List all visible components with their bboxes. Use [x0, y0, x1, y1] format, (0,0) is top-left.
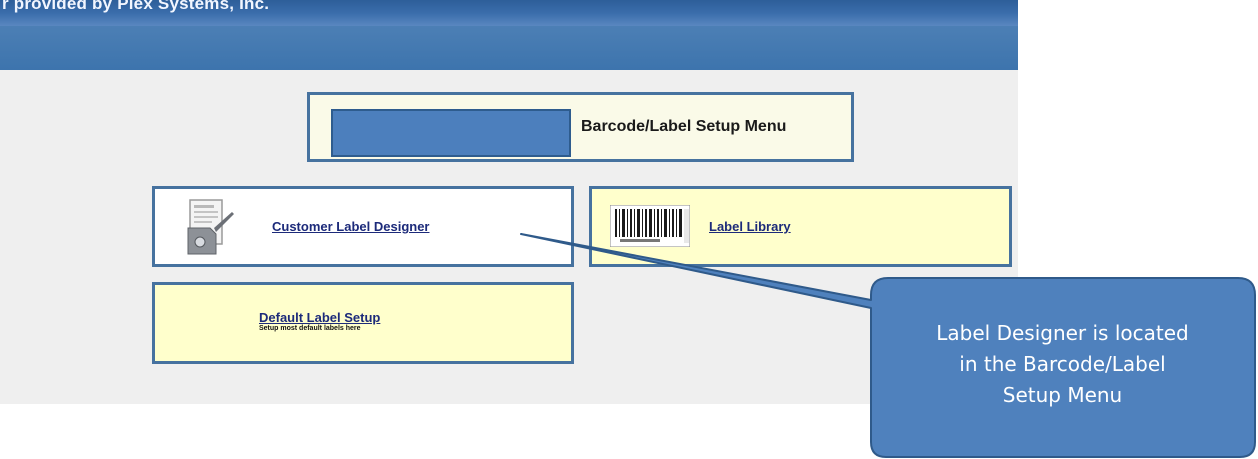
- default-label-setup-tile[interactable]: Default Label Setup Setup most default l…: [152, 282, 574, 364]
- callout-line-2: in the Barcode/Label: [959, 352, 1166, 376]
- callout-line-3: Setup Menu: [1002, 383, 1123, 407]
- callout-text: Label Designer is located in the Barcode…: [880, 318, 1245, 411]
- label-library-link[interactable]: Label Library: [709, 219, 791, 234]
- label-designer-icon: [187, 199, 234, 255]
- label-library-tile[interactable]: Label Library: [589, 186, 1012, 267]
- menu-title-panel: Barcode/Label Setup Menu: [307, 92, 854, 162]
- app-window: r provided by Plex Systems, Inc. Barcode…: [0, 0, 1018, 404]
- customer-label-designer-tile[interactable]: Customer Label Designer: [152, 186, 574, 267]
- top-banner: r provided by Plex Systems, Inc.: [0, 0, 1018, 26]
- title-redaction-swatch: [331, 109, 571, 157]
- customer-label-designer-link[interactable]: Customer Label Designer: [272, 219, 430, 234]
- menu-title: Barcode/Label Setup Menu: [581, 118, 787, 135]
- banner-text: r provided by Plex Systems, Inc.: [2, 0, 270, 13]
- default-label-setup-subtitle: Setup most default labels here: [259, 325, 361, 332]
- default-label-setup-link[interactable]: Default Label Setup: [259, 310, 380, 325]
- callout-line-1: Label Designer is located: [936, 321, 1189, 345]
- header-bar: [0, 26, 1018, 70]
- barcode-icon: [610, 205, 690, 247]
